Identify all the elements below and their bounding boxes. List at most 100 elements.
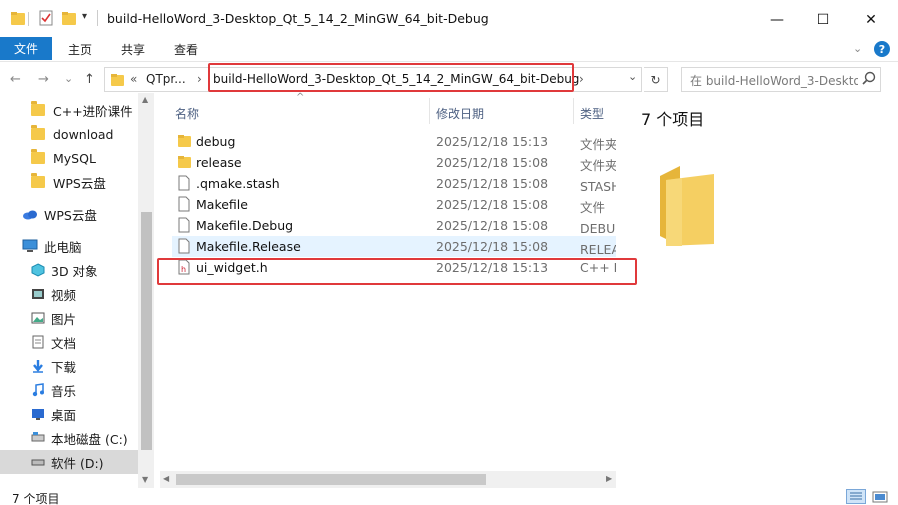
horizontal-scroll-thumb[interactable] [176,474,486,485]
sidebar-item-label: 下载 [51,359,77,375]
sidebar-item-video[interactable]: 视频 [0,282,150,306]
ribbon-divider [0,61,898,62]
address-highlight-box [208,63,574,92]
search-placeholder: 在 build-HelloWord_3-Desktop_Qt_5_14_2_Mi… [690,74,858,88]
breadcrumb-separator[interactable]: › [197,72,202,86]
file-name[interactable]: .qmake.stash [196,176,280,191]
sidebar-item-wps-cloud[interactable]: WPS云盘 [0,202,150,226]
tab-view[interactable]: 查看 [174,41,198,58]
help-icon[interactable]: ? [874,41,890,57]
desktop-icon [31,407,45,421]
scroll-up-icon[interactable]: ▲ [142,95,148,104]
file-icon [177,217,191,233]
column-divider[interactable] [573,98,574,124]
sidebar-item-label: 本地磁盘 (C:) [51,431,128,447]
folder-icon [31,173,45,188]
sidebar-item-drive-c[interactable]: 本地磁盘 (C:) [0,426,150,450]
column-divider[interactable] [429,98,430,124]
drive-icon [31,455,45,469]
file-type: RELEASE 文件 [580,242,616,257]
documents-icon [31,335,45,349]
status-item-count: 7 个项目 [12,492,60,505]
file-explorer-window: ▾ build-HelloWord_3-Desktop_Qt_5_14_2_Mi… [0,0,898,505]
file-date: 2025/12/18 15:08 [436,155,549,170]
sidebar-item-label: 文档 [51,335,77,351]
sidebar-item-downloads[interactable]: 下载 [0,354,150,378]
file-type: 文件 [580,200,606,215]
file-type: DEBUG 文件 [580,221,616,236]
breadcrumb-overflow[interactable]: « [130,72,137,86]
file-name[interactable]: debug [196,134,235,149]
file-name[interactable]: Makefile.Debug [196,218,293,233]
sidebar-item-3d[interactable]: 3D 对象 [0,258,150,282]
sidebar-item-drive-d[interactable]: 软件 (D:) [0,450,150,474]
search-icon[interactable] [862,71,876,88]
scroll-right-icon[interactable]: ▶ [606,474,612,483]
pictures-icon [31,311,45,325]
column-date[interactable]: 修改日期 [436,105,484,122]
maximize-button[interactable]: ☐ [800,6,846,34]
sidebar-item-pictures[interactable]: 图片 [0,306,150,330]
table-row[interactable] [172,131,616,152]
file-date: 2025/12/18 15:08 [436,197,549,212]
divider [28,12,29,26]
sidebar-item-label: WPS云盘 [44,207,97,223]
file-date: 2025/12/18 15:13 [436,134,549,149]
sidebar-item-label: 音乐 [51,383,77,399]
preview-title: 7 个项目 [641,110,705,129]
up-button[interactable]: ↑ [84,72,95,87]
file-name[interactable]: Makefile.Release [196,239,301,254]
folder-icon [31,149,45,164]
refresh-button[interactable]: ↻ [644,67,668,92]
sidebar-item-mysql[interactable]: MySQL [0,146,150,170]
breadcrumb-parent[interactable]: QTpr... [146,72,186,86]
sidebar-item-desktop[interactable]: 桌面 [0,402,150,426]
file-icon [177,175,191,191]
sort-ascending-icon: ^ [296,92,305,103]
properties-icon[interactable] [38,10,54,26]
scroll-left-icon[interactable]: ◀ [163,474,169,483]
folder-icon [31,125,45,140]
tab-home[interactable]: 主页 [68,41,92,58]
details-view-icon[interactable] [846,489,866,504]
sidebar-item-wps-folder[interactable]: WPS云盘 [0,170,150,194]
sidebar-scroll-thumb[interactable] [141,212,152,450]
large-icons-view-icon[interactable] [872,490,888,505]
folder-icon [177,133,191,149]
new-folder-icon[interactable] [61,10,77,26]
computer-icon [22,239,38,253]
breadcrumb-separator[interactable]: › [579,72,584,86]
tab-file[interactable]: 文件 [0,37,52,60]
sidebar-item-music[interactable]: 音乐 [0,378,150,402]
sidebar-item-cpp[interactable]: C++进阶课件 [0,98,150,122]
file-name[interactable]: release [196,155,242,170]
sidebar-item-label: 视频 [51,287,77,303]
recent-locations-button[interactable]: ⌄ [64,72,73,85]
chevron-down-icon[interactable]: ⌄ [853,42,862,55]
title-bar: ▾ build-HelloWord_3-Desktop_Qt_5_14_2_Mi… [0,0,898,37]
window-title: build-HelloWord_3-Desktop_Qt_5_14_2_MinG… [107,11,489,26]
sidebar-item-documents[interactable]: 文档 [0,330,150,354]
back-button[interactable]: ← [10,72,21,87]
sidebar-item-this-pc[interactable]: 此电脑 [0,234,150,258]
column-type[interactable]: 类型 [580,105,604,122]
sidebar-item-label: 软件 (D:) [51,455,104,471]
sidebar-item-label: 图片 [51,311,77,327]
address-dropdown[interactable]: ⌄ [628,70,637,83]
minimize-button[interactable]: — [754,6,800,34]
scroll-down-icon[interactable]: ▼ [142,475,148,484]
close-button[interactable]: ✕ [848,6,894,34]
tab-share[interactable]: 共享 [121,41,145,58]
column-name[interactable]: 名称 [175,105,199,122]
column-header-row [160,98,616,124]
file-name[interactable]: Makefile [196,197,248,212]
file-type: 文件夹 [580,158,616,173]
sidebar-item-download[interactable]: download [0,122,150,146]
music-icon [31,383,45,397]
folder-icon [110,72,125,90]
customize-quick-access-icon[interactable]: ▾ [82,11,87,22]
sidebar-item-label: MySQL [53,150,96,166]
video-icon [31,287,45,301]
forward-button[interactable]: → [38,72,49,87]
file-icon [177,238,191,254]
